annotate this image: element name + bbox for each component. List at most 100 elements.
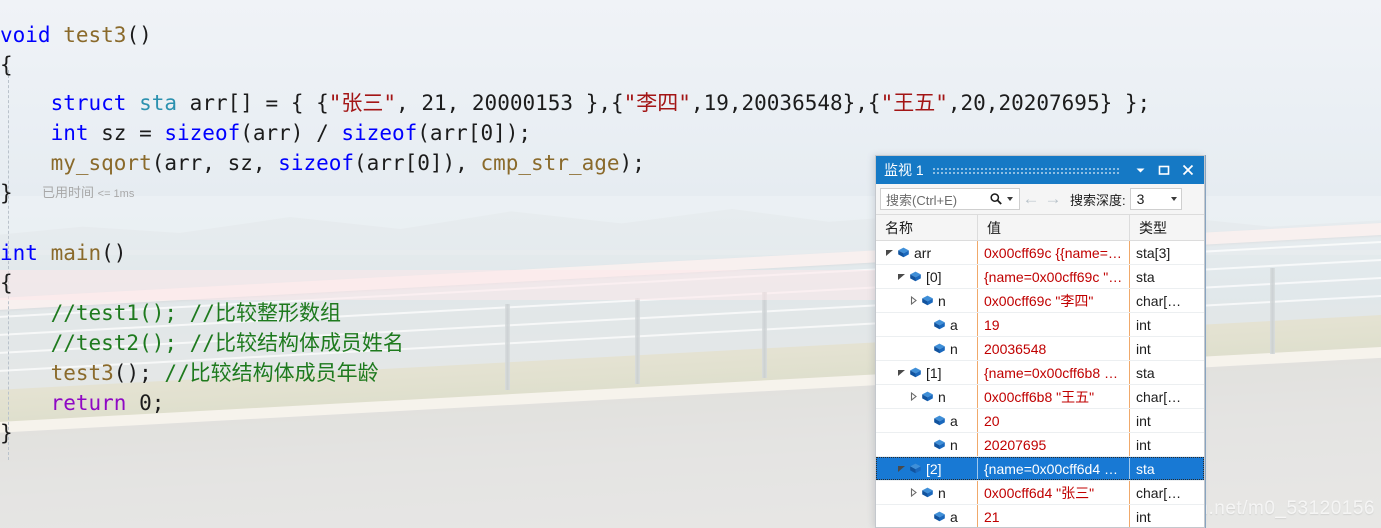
code-token: test3 (50, 361, 114, 385)
watch-title: 监视 1 (884, 162, 924, 178)
watch-row[interactable]: a 21 int (876, 505, 1204, 527)
watch-row[interactable]: [2] {name=0x00cff6d4 … sta (876, 457, 1204, 481)
box-icon (907, 361, 923, 384)
watch-cell-value[interactable]: 21 (978, 505, 1130, 527)
box-icon (931, 313, 947, 336)
watch-row[interactable]: [1] {name=0x00cff6b8 … sta (876, 361, 1204, 385)
box-icon (931, 505, 947, 527)
watch-cell-value[interactable]: 0x00cff6b8 "王五" (978, 385, 1130, 408)
watch-cell-name[interactable]: arr (876, 241, 978, 264)
code-token: "王五" (880, 91, 948, 115)
watch-cell-type: int (1136, 316, 1151, 333)
watch-row[interactable]: n 20207695 int (876, 433, 1204, 457)
expander-expanded-icon[interactable] (896, 457, 907, 480)
watch-row-name: n (938, 484, 946, 501)
close-icon[interactable] (1176, 159, 1200, 181)
expander-expanded-icon[interactable] (896, 265, 907, 288)
watch-cell-name[interactable]: [2] (876, 457, 978, 480)
watch-row[interactable]: n 0x00cff69c "李四" char[… (876, 289, 1204, 313)
code-token: //比较结构体成员年龄 (164, 361, 379, 385)
watch-row-name: n (938, 292, 946, 309)
code-text[interactable]: void test3(){ struct sta arr[] = { {"张三"… (0, 0, 1150, 528)
watch-row-name: [1] (926, 364, 942, 381)
watch-cell-name[interactable]: [0] (876, 265, 978, 288)
watch-cell-value[interactable]: 20036548 (978, 337, 1130, 360)
watch-cell-name[interactable]: n (876, 385, 978, 408)
code-token: sta (139, 91, 190, 115)
watch-row[interactable]: arr 0x00cff69c {{name=… sta[3] (876, 241, 1204, 265)
code-token: , 21, 20000153 },{ (396, 91, 624, 115)
maximize-icon[interactable] (1152, 159, 1176, 181)
code-line: void test3() (0, 20, 152, 50)
watch-row-name: a (950, 412, 958, 429)
expander-collapsed-icon[interactable] (908, 385, 919, 408)
code-token: { (0, 271, 13, 295)
watch-row[interactable]: n 0x00cff6b8 "王五" char[… (876, 385, 1204, 409)
expander-placeholder (920, 337, 931, 360)
watch-row-name: arr (914, 244, 932, 261)
box-icon (919, 385, 935, 408)
watch-cell-value[interactable]: {name=0x00cff6d4 … (978, 457, 1130, 480)
magnifier-icon[interactable] (989, 192, 1003, 206)
expander-placeholder (920, 313, 931, 336)
watch-cell-value[interactable]: {name=0x00cff69c "… (978, 265, 1130, 288)
chevron-down-icon[interactable] (1128, 159, 1152, 181)
code-token: int (0, 241, 51, 265)
watch-cell-name[interactable]: n (876, 289, 978, 312)
watch-rows[interactable]: arr 0x00cff69c {{name=… sta[3] [0] {name=0x0… (876, 241, 1204, 527)
watch-cell-type: int (1136, 508, 1151, 525)
watch-cell-value[interactable]: 20207695 (978, 433, 1130, 456)
watch-row[interactable]: n 0x00cff6d4 "张三" char[… (876, 481, 1204, 505)
code-line: } (0, 178, 13, 208)
arrow-left-icon[interactable]: ← (1020, 188, 1042, 210)
search-options-caret-icon[interactable] (1007, 197, 1013, 201)
column-header-value[interactable]: 值 (978, 215, 1130, 240)
code-token: "李四" (623, 91, 691, 115)
watch-row[interactable]: a 19 int (876, 313, 1204, 337)
code-token: my_sqort (50, 151, 152, 175)
watch-window[interactable]: 监视 1 搜索(Ctrl+E) ← → 搜索深度: 3 名称 值 类型 arr … (875, 155, 1205, 528)
watch-cell-name[interactable]: a (876, 313, 978, 336)
elapsed-label: 已用时间 (42, 185, 95, 200)
search-depth-input[interactable]: 3 (1129, 188, 1182, 210)
watch-cell-name[interactable]: a (876, 409, 978, 432)
watch-cell-value[interactable]: {name=0x00cff6b8 … (978, 361, 1130, 384)
expander-expanded-icon[interactable] (896, 361, 907, 384)
code-token: struct (50, 91, 140, 115)
column-header-name[interactable]: 名称 (876, 215, 978, 240)
watch-cell-value[interactable]: 0x00cff6d4 "张三" (978, 481, 1130, 504)
expander-expanded-icon[interactable] (884, 241, 895, 264)
watch-cell-value[interactable]: 20 (978, 409, 1130, 432)
code-line: my_sqort(arr, sz, sizeof(arr[0]), cmp_st… (0, 148, 645, 178)
watch-cell-name[interactable]: n (876, 433, 978, 456)
code-token: return (50, 391, 140, 415)
watch-title-bar[interactable]: 监视 1 (876, 156, 1204, 184)
watch-toolbar[interactable]: 搜索(Ctrl+E) ← → 搜索深度: 3 (876, 184, 1204, 215)
code-token: sizeof (164, 121, 241, 145)
watch-row-name: n (938, 388, 946, 405)
watch-cell-value[interactable]: 0x00cff69c "李四" (978, 289, 1130, 312)
watch-row[interactable]: a 20 int (876, 409, 1204, 433)
code-token: sizeof (341, 121, 418, 145)
watch-cell-type: sta (1136, 460, 1155, 477)
column-header-type[interactable]: 类型 (1130, 215, 1202, 240)
expander-collapsed-icon[interactable] (908, 481, 919, 504)
watch-cell-value[interactable]: 0x00cff69c {{name=… (978, 241, 1130, 264)
elapsed-value: <= 1ms (97, 188, 135, 200)
watch-cell-name[interactable]: a (876, 505, 978, 527)
code-token: ); (619, 151, 645, 175)
watch-cell-value[interactable]: 19 (978, 313, 1130, 336)
expander-collapsed-icon[interactable] (908, 289, 919, 312)
watch-cell-name[interactable]: n (876, 337, 978, 360)
watch-cell-type: sta[3] (1136, 244, 1171, 261)
watch-row[interactable]: n 20036548 int (876, 337, 1204, 361)
search-input[interactable]: 搜索(Ctrl+E) (880, 188, 1020, 210)
watch-row[interactable]: [0] {name=0x00cff69c "… sta (876, 265, 1204, 289)
watch-cell-name[interactable]: n (876, 481, 978, 504)
watch-cell-name[interactable]: [1] (876, 361, 978, 384)
arrow-right-icon[interactable]: → (1042, 188, 1064, 210)
depth-caret-down-icon[interactable] (1170, 197, 1177, 201)
code-token: void (0, 23, 64, 47)
